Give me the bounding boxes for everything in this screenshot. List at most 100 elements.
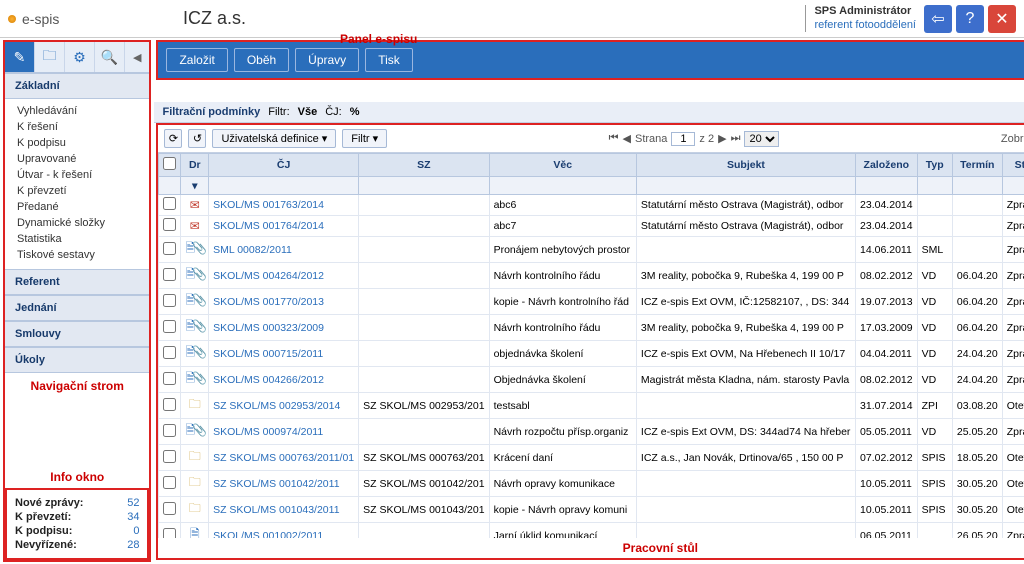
- sidebar-item[interactable]: K řešení: [5, 119, 149, 135]
- pager-prev-icon[interactable]: ◀: [623, 132, 631, 145]
- filter-button[interactable]: Filtr ▾: [342, 129, 387, 148]
- filter-bar: Filtrační podmínky Filtr: Vše ČJ: %: [154, 102, 1024, 123]
- col-header[interactable]: Věc: [489, 154, 636, 177]
- info-value[interactable]: 34: [113, 511, 139, 523]
- cj-link[interactable]: SKOL/MS 001002/2011: [213, 530, 323, 539]
- row-checkbox[interactable]: [163, 424, 176, 437]
- sidebar-collapse-icon[interactable]: ◀: [125, 51, 149, 64]
- sidebar-item[interactable]: Statistika: [5, 231, 149, 247]
- pager-next-icon[interactable]: ▶: [718, 132, 726, 145]
- acc-head-0[interactable]: Základní: [5, 73, 149, 99]
- toolbar-btn-tisk[interactable]: Tisk: [365, 48, 413, 72]
- cj-link[interactable]: SZ SKOL/MS 002953/2014: [213, 400, 340, 412]
- info-value[interactable]: 28: [113, 539, 139, 551]
- refresh-icon[interactable]: ⟳: [164, 129, 182, 148]
- sidebar-tab-new-icon[interactable]: ✎: [5, 42, 35, 72]
- table-row[interactable]: ✉SKOL/MS 001763/2014abc6Statutární město…: [159, 195, 1024, 216]
- toolbar-btn-oběh[interactable]: Oběh: [234, 48, 289, 72]
- col-header[interactable]: Typ: [917, 154, 952, 177]
- cj-link[interactable]: SKOL/MS 001770/2013: [213, 296, 324, 308]
- sidebar-item[interactable]: Dynamické složky: [5, 215, 149, 231]
- row-checkbox[interactable]: [163, 197, 176, 210]
- acc-head-2[interactable]: Jednání: [5, 295, 149, 321]
- user-block: SPS Administrátor referent fotooddělení: [805, 5, 916, 31]
- cj-link[interactable]: SZ SKOL/MS 000763/2011/01: [213, 452, 354, 464]
- envelope-icon: ✉: [190, 198, 200, 212]
- col-header[interactable]: [159, 154, 181, 177]
- table-row[interactable]: 🗀SZ SKOL/MS 001043/2011SZ SKOL/MS 001043…: [159, 497, 1024, 523]
- table-row[interactable]: 🗎SKOL/MS 001002/2011Jarní úklid komunika…: [159, 523, 1024, 539]
- col-header[interactable]: Subjekt: [636, 154, 855, 177]
- cj-link[interactable]: SKOL/MS 001763/2014: [213, 199, 324, 211]
- sidebar-item[interactable]: K převzetí: [5, 183, 149, 199]
- pager-last-icon[interactable]: ⏭: [731, 132, 741, 145]
- table-row[interactable]: 🗎📎SKOL/MS 001770/2013kopie - Návrh kontr…: [159, 289, 1024, 315]
- reset-icon[interactable]: ↺: [188, 129, 206, 148]
- row-checkbox[interactable]: [163, 268, 176, 281]
- row-checkbox[interactable]: [163, 242, 176, 255]
- info-value[interactable]: 52: [113, 497, 139, 509]
- col-header[interactable]: ČJ: [209, 154, 359, 177]
- table-row[interactable]: 🗎📎SKOL/MS 004266/2012Objednávka školeníM…: [159, 367, 1024, 393]
- sidebar-tab-folder-icon[interactable]: 🗀: [35, 42, 65, 72]
- col-header[interactable]: SZ: [359, 154, 489, 177]
- cj-link[interactable]: SKOL/MS 000974/2011: [213, 426, 323, 438]
- sidebar-tab-search-icon[interactable]: 🔍: [95, 42, 125, 72]
- toolbar-btn-úpravy[interactable]: Úpravy: [295, 48, 359, 72]
- close-icon[interactable]: ✕: [988, 5, 1016, 33]
- cj-link[interactable]: SKOL/MS 000323/2009: [213, 322, 324, 334]
- acc-head-4[interactable]: Úkoly: [5, 347, 149, 373]
- cj-link[interactable]: SML 00082/2011: [213, 244, 292, 256]
- row-checkbox[interactable]: [163, 502, 176, 515]
- row-checkbox[interactable]: [163, 320, 176, 333]
- pager-first-icon[interactable]: ⏮: [609, 132, 619, 145]
- sidebar-item[interactable]: Útvar - k řešení: [5, 167, 149, 183]
- table-row[interactable]: 🗀SZ SKOL/MS 002953/2014SZ SKOL/MS 002953…: [159, 393, 1024, 419]
- table-row[interactable]: 🗎📎SKOL/MS 000974/2011Návrh rozpočtu přís…: [159, 419, 1024, 445]
- table-row[interactable]: 🗎📎SKOL/MS 004264/2012Návrh kontrolního ř…: [159, 263, 1024, 289]
- col-header[interactable]: Termín: [952, 154, 1002, 177]
- help-icon[interactable]: ?: [956, 5, 984, 33]
- cj-link[interactable]: SKOL/MS 000715/2011: [213, 348, 323, 360]
- row-checkbox[interactable]: [163, 450, 176, 463]
- acc-head-1[interactable]: Referent: [5, 269, 149, 295]
- perpage-select[interactable]: 20: [744, 131, 779, 147]
- row-checkbox[interactable]: [163, 294, 176, 307]
- row-checkbox[interactable]: [163, 372, 176, 385]
- cj-link[interactable]: SKOL/MS 004264/2012: [213, 270, 324, 282]
- table-row[interactable]: 🗀SZ SKOL/MS 001042/2011SZ SKOL/MS 001042…: [159, 471, 1024, 497]
- page-input[interactable]: [671, 132, 695, 146]
- table-row[interactable]: 🗎📎SML 00082/2011Pronájem nebytových pros…: [159, 237, 1024, 263]
- select-all-checkbox[interactable]: [163, 157, 176, 170]
- filter-dropdown-icon[interactable]: ▾: [192, 180, 197, 192]
- sidebar-tab-gear-icon[interactable]: ⚙: [65, 42, 95, 72]
- row-checkbox[interactable]: [163, 476, 176, 489]
- table-row[interactable]: 🗀SZ SKOL/MS 000763/2011/01SZ SKOL/MS 000…: [159, 445, 1024, 471]
- table-row[interactable]: ✉SKOL/MS 001764/2014abc7Statutární město…: [159, 216, 1024, 237]
- sidebar-item[interactable]: K podpisu: [5, 135, 149, 151]
- sidebar-item[interactable]: Upravované: [5, 151, 149, 167]
- sidebar-item[interactable]: Předané: [5, 199, 149, 215]
- acc-head-3[interactable]: Smlouvy: [5, 321, 149, 347]
- col-header[interactable]: Založeno: [856, 154, 918, 177]
- table-row[interactable]: 🗎📎SKOL/MS 000323/2009Návrh kontrolního ř…: [159, 315, 1024, 341]
- table-row[interactable]: 🗎📎SKOL/MS 000715/2011objednávka školeníI…: [159, 341, 1024, 367]
- sidebar-item[interactable]: Vyhledávání: [5, 103, 149, 119]
- sidebar-item[interactable]: Tiskové sestavy: [5, 247, 149, 263]
- cj-link[interactable]: SKOL/MS 004266/2012: [213, 374, 324, 386]
- cj-link[interactable]: SZ SKOL/MS 001042/2011: [213, 478, 339, 490]
- toolbar-btn-založit[interactable]: Založit: [166, 48, 227, 72]
- cj-link[interactable]: SZ SKOL/MS 001043/2011: [213, 504, 339, 516]
- main-toolbar: Založit OběhÚpravyTisk: [158, 42, 1024, 78]
- attached-doc-icon: 🗎📎: [185, 243, 204, 255]
- row-checkbox[interactable]: [163, 218, 176, 231]
- back-icon[interactable]: ⇦: [924, 5, 952, 33]
- row-checkbox[interactable]: [163, 398, 176, 411]
- cj-link[interactable]: SKOL/MS 001764/2014: [213, 220, 324, 232]
- info-value[interactable]: 0: [113, 525, 139, 537]
- row-checkbox[interactable]: [163, 528, 176, 539]
- row-checkbox[interactable]: [163, 346, 176, 359]
- col-header[interactable]: Stav: [1002, 154, 1024, 177]
- col-header[interactable]: Dr: [181, 154, 209, 177]
- userdef-button[interactable]: Uživatelská definice ▾: [212, 129, 336, 148]
